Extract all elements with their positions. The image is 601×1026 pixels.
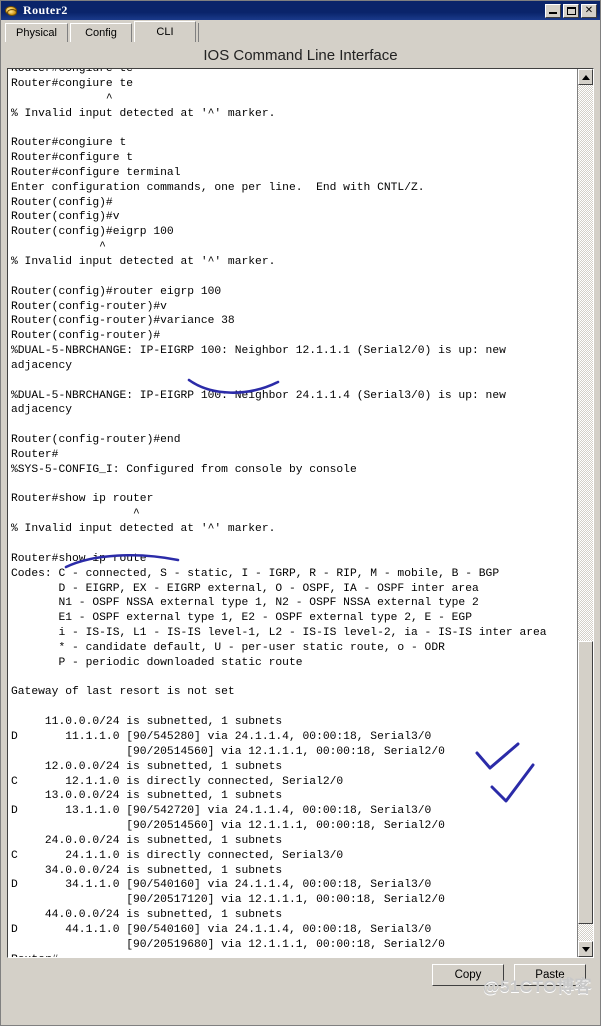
tab-filler xyxy=(197,23,600,42)
scrollbar-thumb[interactable] xyxy=(578,641,593,924)
cli-terminal[interactable]: Router#congiure te Router#congiure te ^ … xyxy=(7,68,594,958)
tab-cli-label: CLI xyxy=(156,26,174,38)
cli-output-area[interactable]: Router#congiure te Router#congiure te ^ … xyxy=(8,69,577,957)
tab-physical[interactable]: Physical xyxy=(5,23,68,42)
maximize-button[interactable] xyxy=(563,3,579,18)
minimize-button[interactable] xyxy=(545,3,561,18)
scroll-down-arrow-icon[interactable] xyxy=(578,941,593,957)
copy-button-label: Copy xyxy=(454,969,482,981)
cli-output-text: Router#congiure te Router#congiure te ^ … xyxy=(11,69,547,957)
close-button[interactable]: ✕ xyxy=(581,3,597,18)
window-title-bar: Router2 ✕ xyxy=(1,1,600,20)
router-device-icon xyxy=(4,4,19,18)
tab-physical-label: Physical xyxy=(16,27,57,39)
tab-config-label: Config xyxy=(85,27,117,39)
tab-cli[interactable]: CLI xyxy=(133,21,196,42)
scrollbar-track[interactable] xyxy=(578,85,593,941)
tab-bar: Physical Config CLI xyxy=(1,20,600,42)
button-bar: Copy Paste @51CTO博客 xyxy=(1,958,600,996)
watermark-text: @51CTO博客 xyxy=(482,977,592,996)
window-controls: ✕ xyxy=(545,3,599,18)
router-cli-window: Router2 ✕ Physical Config CLI IOS Comman… xyxy=(0,0,601,1026)
window-title: Router2 xyxy=(23,3,68,17)
tab-config[interactable]: Config xyxy=(69,23,132,42)
close-icon: ✕ xyxy=(584,4,594,16)
scroll-up-arrow-icon[interactable] xyxy=(578,69,593,85)
panel-title: IOS Command Line Interface xyxy=(1,42,600,68)
terminal-scrollbar[interactable] xyxy=(577,69,593,957)
